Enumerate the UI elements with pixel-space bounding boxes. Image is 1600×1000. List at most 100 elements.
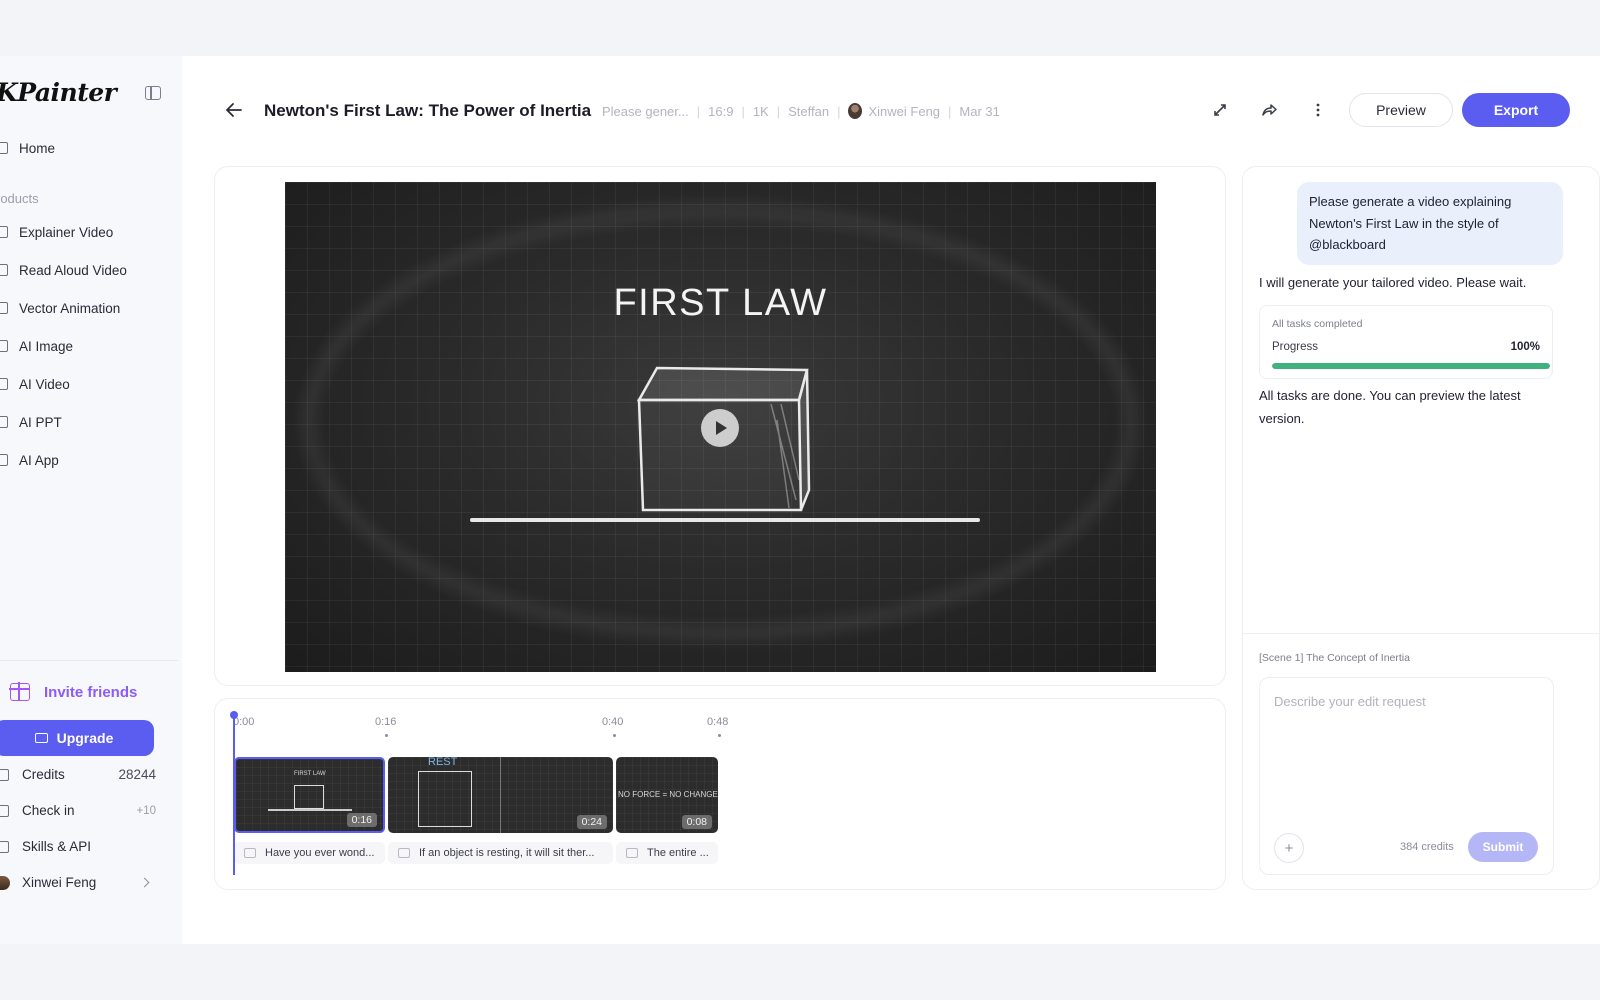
edit-request-box: + 384 credits Submit: [1259, 677, 1554, 875]
progress-card: All tasks completed Progress 100%: [1259, 305, 1553, 379]
meta-author: Xinwei Feng: [868, 103, 941, 119]
skills-api-label: Skills & API: [22, 839, 92, 854]
meta-separator: |: [776, 103, 781, 119]
check-in-value: +10: [136, 804, 156, 817]
sidebar-item-read-aloud-video[interactable]: Read Aloud Video: [0, 258, 127, 282]
back-arrow-icon[interactable]: [225, 101, 243, 119]
calendar-icon: [0, 804, 9, 817]
timeline-clip[interactable]: FIRST LAW 0:16: [234, 757, 385, 833]
sidebar-item-label: AI Video: [19, 376, 70, 392]
assistant-done-message: All tasks are done. You can preview the …: [1259, 388, 1521, 426]
author-avatar: [848, 103, 863, 119]
clip-thumb-divider: [500, 757, 501, 833]
timeline-tick-dot: [718, 734, 721, 737]
timeline-tick: 0:48: [707, 716, 729, 728]
sidebar-item-ai-ppt[interactable]: AI PPT: [0, 410, 62, 434]
progress-caption: All tasks completed: [1272, 318, 1363, 330]
progress-label: Progress: [1272, 341, 1319, 353]
scene-label: [Scene 1] The Concept of Inertia: [1259, 652, 1410, 664]
more-options-icon[interactable]: [1308, 100, 1328, 120]
vector-animation-icon: [0, 302, 8, 314]
fullscreen-icon[interactable]: [1210, 100, 1230, 120]
video-player[interactable]: FIRST LAW: [285, 182, 1156, 672]
plug-icon: [0, 840, 9, 853]
meta-separator: |: [696, 103, 701, 119]
meta-separator: |: [837, 103, 841, 119]
clip-thumb-line: [268, 809, 352, 811]
page-title: Newton's First Law: The Power of Inertia: [264, 101, 592, 120]
assistant-message: I will generate your tailored video. Ple…: [1259, 275, 1527, 290]
sidebar-divider: [0, 660, 178, 661]
meta-voice: Steffan: [788, 103, 830, 119]
speaker-icon: [398, 848, 410, 858]
clip-caption[interactable]: If an object is resting, it will sit the…: [388, 842, 613, 864]
credits-label: Credits: [22, 767, 65, 782]
image-icon: [0, 340, 8, 352]
project-meta: Please gener... | 16:9 | 1K | Steffan | …: [602, 103, 1000, 119]
user-message: Please generate a video explaining Newto…: [1297, 182, 1563, 265]
clip-caption[interactable]: The entire ...: [616, 842, 718, 864]
chalk-ground-line: [470, 518, 980, 522]
app-icon: [0, 454, 8, 466]
timeline: 0:00 0:16 0:40 0:48 FIRST LAW 0:16 REST …: [214, 698, 1226, 890]
sidebar-item-label: AI Image: [19, 338, 74, 354]
timeline-clip[interactable]: REST 0:24: [388, 757, 613, 833]
add-attachment-button[interactable]: +: [1274, 833, 1304, 863]
credits-value: 28244: [118, 767, 156, 782]
user-menu[interactable]: Xinwei Feng: [0, 875, 156, 890]
export-button[interactable]: Export: [1462, 93, 1570, 127]
speaker-icon: [244, 848, 256, 858]
edit-request-input[interactable]: [1274, 694, 1539, 709]
clip-duration: 0:16: [346, 813, 377, 827]
app-logo[interactable]: KPainter: [0, 78, 117, 107]
video-icon: [0, 378, 8, 390]
clip-thumb-cube: [294, 785, 324, 809]
clip-thumb-box: [418, 771, 472, 827]
clip-thumb-text: REST: [428, 757, 458, 768]
submit-button[interactable]: Submit: [1468, 832, 1538, 862]
timeline-playhead[interactable]: [230, 711, 238, 875]
sidebar-item-ai-app[interactable]: AI App: [0, 448, 59, 472]
avatar: [0, 875, 10, 890]
sidebar-item-ai-video[interactable]: AI Video: [0, 372, 70, 396]
speaker-icon: [626, 848, 638, 858]
upgrade-button[interactable]: Upgrade: [0, 720, 154, 756]
progress-bar-fill: [1272, 363, 1550, 369]
skills-api-row[interactable]: Skills & API: [0, 839, 156, 854]
check-in-row[interactable]: Check in +10: [0, 803, 156, 818]
clip-caption[interactable]: Have you ever wond...: [234, 842, 385, 864]
user-name: Xinwei Feng: [22, 875, 97, 890]
credits-row[interactable]: Credits 28244: [0, 767, 156, 782]
clip-caption-text: The entire ...: [647, 847, 709, 859]
plus-icon: +: [1284, 839, 1294, 857]
clip-caption-text: Have you ever wond...: [265, 847, 375, 859]
progress-bar: [1272, 363, 1550, 369]
meta-ratio: 16:9: [708, 103, 734, 119]
explainer-video-icon: [0, 226, 8, 238]
chat-panel: Please generate a video explaining Newto…: [1242, 166, 1600, 890]
invite-friends-link[interactable]: Invite friends: [9, 682, 137, 701]
timeline-clip[interactable]: NO FORCE = NO CHANGE 0:08: [616, 757, 718, 833]
timeline-tick-dot: [385, 734, 388, 737]
clip-caption-text: If an object is resting, it will sit the…: [419, 847, 595, 859]
timeline-tick-dot: [613, 734, 616, 737]
sidebar-item-label: Explainer Video: [19, 224, 114, 240]
meta-prompt[interactable]: Please gener...: [602, 104, 689, 119]
ppt-icon: [0, 416, 8, 428]
preview-button[interactable]: Preview: [1349, 93, 1453, 127]
sidebar-item-label: AI PPT: [19, 414, 62, 430]
sidebar-item-vector-animation[interactable]: Vector Animation: [0, 296, 120, 320]
share-icon[interactable]: [1259, 100, 1279, 120]
sidebar-item-home[interactable]: Home: [0, 136, 55, 160]
timeline-tick: 0:16: [375, 716, 397, 728]
sidebar-item-explainer-video[interactable]: Explainer Video: [0, 220, 113, 244]
play-button[interactable]: [701, 409, 739, 447]
credits-icon: [0, 768, 9, 781]
meta-separator: |: [741, 103, 745, 119]
sidebar-item-label: AI App: [19, 452, 59, 468]
clip-duration: 0:08: [681, 815, 712, 829]
sidebar-item-ai-image[interactable]: AI Image: [0, 334, 73, 358]
collapse-sidebar-icon[interactable]: [145, 86, 161, 100]
sidebar-item-label: Read Aloud Video: [19, 262, 127, 278]
meta-separator: |: [948, 103, 952, 119]
